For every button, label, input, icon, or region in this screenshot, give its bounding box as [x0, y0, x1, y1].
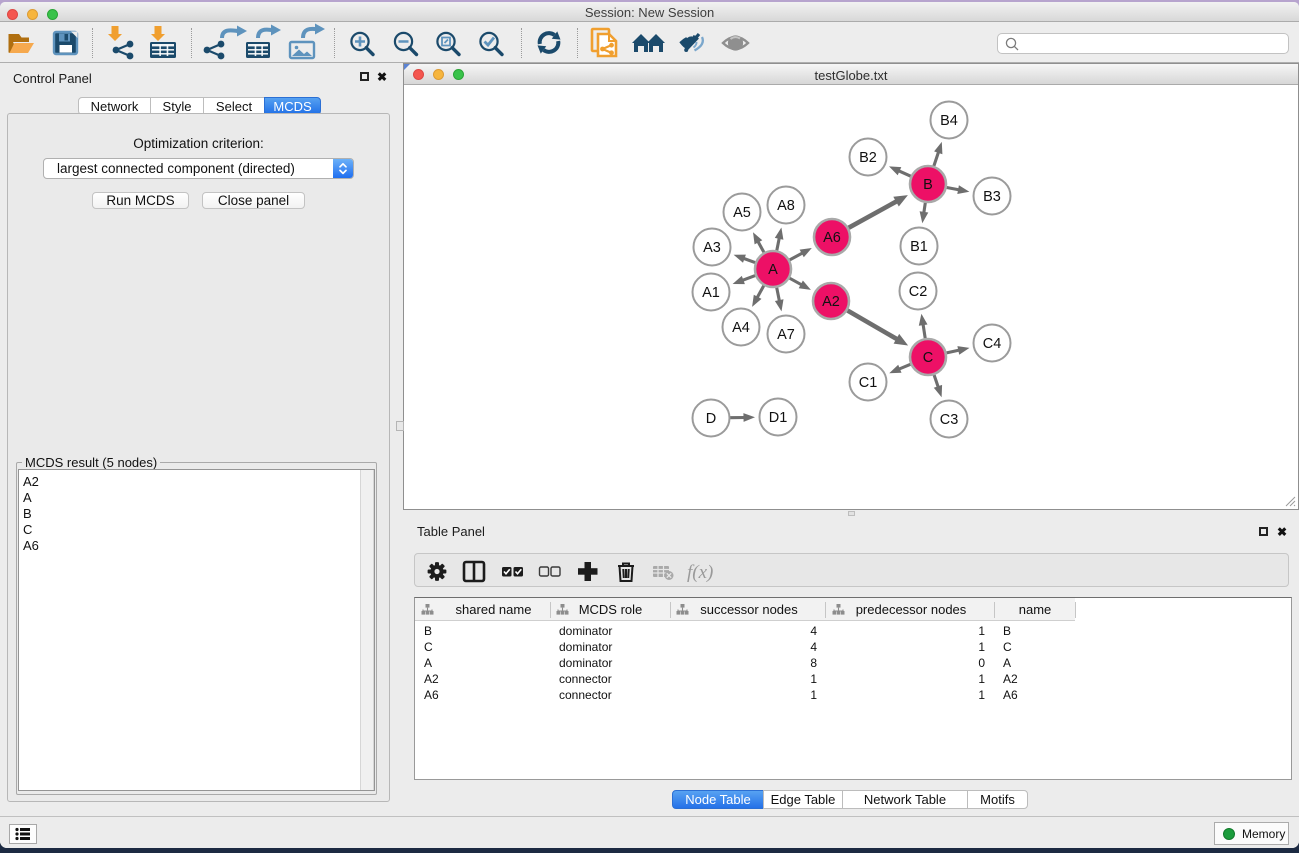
svg-text:A8: A8: [777, 198, 795, 214]
svg-text:A4: A4: [732, 320, 750, 336]
svg-text:A: A: [768, 262, 778, 278]
svg-text:D1: D1: [769, 410, 788, 426]
svg-text:C3: C3: [940, 412, 959, 428]
svg-text:C4: C4: [983, 336, 1002, 352]
svg-text:A7: A7: [777, 327, 795, 343]
svg-text:B1: B1: [910, 239, 928, 255]
svg-text:C1: C1: [859, 375, 878, 391]
svg-text:C2: C2: [909, 284, 928, 300]
svg-text:B: B: [923, 177, 933, 193]
svg-text:B4: B4: [940, 113, 958, 129]
svg-text:f(x): f(x): [687, 562, 713, 583]
svg-text:A2: A2: [822, 294, 840, 310]
svg-text:A5: A5: [733, 205, 751, 221]
svg-text:A3: A3: [703, 240, 721, 256]
svg-text:A6: A6: [823, 230, 841, 246]
svg-text:B2: B2: [859, 150, 877, 166]
svg-text:C: C: [923, 350, 933, 366]
svg-text:A1: A1: [702, 285, 720, 301]
svg-text:D: D: [706, 411, 716, 427]
svg-text:B3: B3: [983, 189, 1001, 205]
